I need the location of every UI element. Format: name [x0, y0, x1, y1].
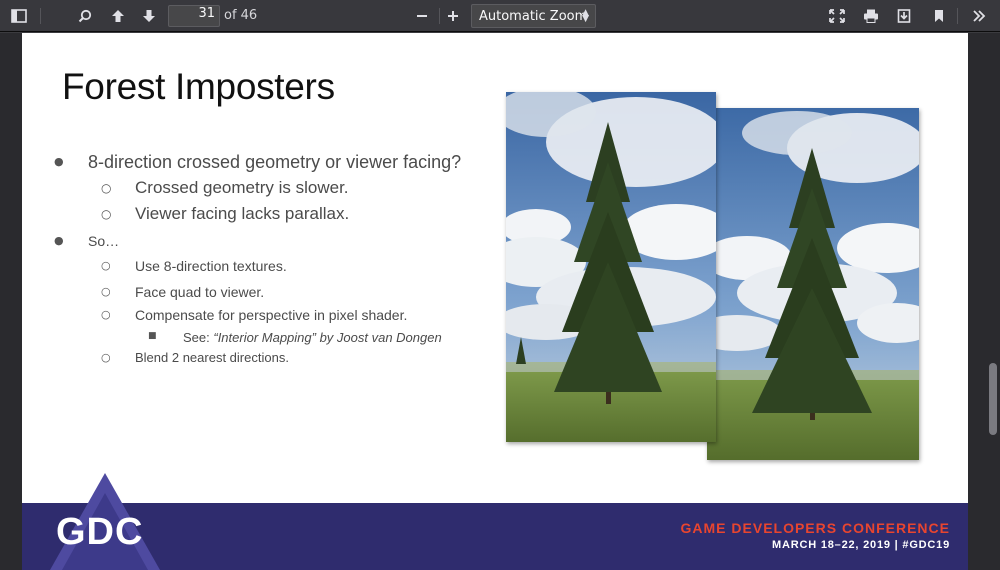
bullet-marker: ●	[54, 234, 64, 247]
bullet-marker: ●	[54, 155, 64, 168]
sidebar-toggle-icon[interactable]	[6, 4, 32, 28]
arrow-down-icon[interactable]	[136, 4, 162, 28]
bullet-marker: ○	[101, 351, 111, 364]
bullet-marker: ○	[101, 259, 111, 272]
fullscreen-icon[interactable]	[824, 4, 850, 28]
arrow-up-icon[interactable]	[105, 4, 131, 28]
bullet-marker: ○	[101, 308, 111, 321]
slide-title: Forest Imposters	[62, 66, 335, 107]
double-chevron-icon[interactable]	[966, 4, 992, 28]
zoom-select[interactable]: Automatic Zoom ▲ ▼	[471, 4, 596, 28]
zoom-value: Automatic Zoom	[479, 8, 588, 24]
pdf-page: Forest Imposters ● 8-direction crossed g…	[22, 33, 968, 570]
bullet-marker: ■	[148, 331, 157, 341]
plus-icon[interactable]	[440, 4, 466, 28]
conference-name: GAME DEVELOPERS CONFERENCE	[680, 520, 950, 536]
bullet-item: Use 8-direction textures.	[135, 258, 287, 274]
tree-image-crossed-geometry	[506, 92, 716, 442]
download-icon[interactable]	[891, 4, 917, 28]
bullet-item-reference: See: “Interior Mapping” by Joost van Don…	[183, 330, 442, 345]
print-icon[interactable]	[858, 4, 884, 28]
bullet-marker: ○	[101, 181, 112, 195]
page-number-input[interactable]: 31	[168, 5, 220, 27]
minus-icon[interactable]	[409, 4, 435, 28]
conference-dates: MARCH 18–22, 2019 | #GDC19	[772, 539, 950, 551]
bullet-item: So…	[88, 233, 120, 249]
bullet-marker: ○	[101, 285, 111, 298]
bullet-item: Viewer facing lacks parallax.	[135, 204, 350, 223]
tree-image-viewer-facing	[707, 108, 919, 460]
page-count-label: of 46	[224, 8, 258, 23]
bullet-item: Compensate for perspective in pixel shad…	[135, 307, 408, 323]
slide-footer	[22, 503, 968, 570]
bookmark-icon[interactable]	[926, 4, 952, 28]
chevron-updown-icon: ▲ ▼	[582, 8, 589, 24]
bullet-item: Face quad to viewer.	[135, 284, 265, 300]
bullet-item: Blend 2 nearest directions.	[135, 350, 289, 365]
gdc-logo-text: GDC	[56, 511, 144, 553]
bullet-item: 8-direction crossed geometry or viewer f…	[88, 152, 462, 172]
bullet-marker: ○	[101, 207, 112, 221]
vertical-scrollbar[interactable]	[989, 363, 997, 435]
pdf-toolbar: 31 of 46 Automatic Zoom ▲ ▼	[0, 0, 1000, 32]
bullet-item: Crossed geometry is slower.	[135, 178, 349, 197]
pdf-viewer[interactable]: Forest Imposters ● 8-direction crossed g…	[0, 33, 1000, 570]
search-icon[interactable]	[72, 4, 98, 28]
